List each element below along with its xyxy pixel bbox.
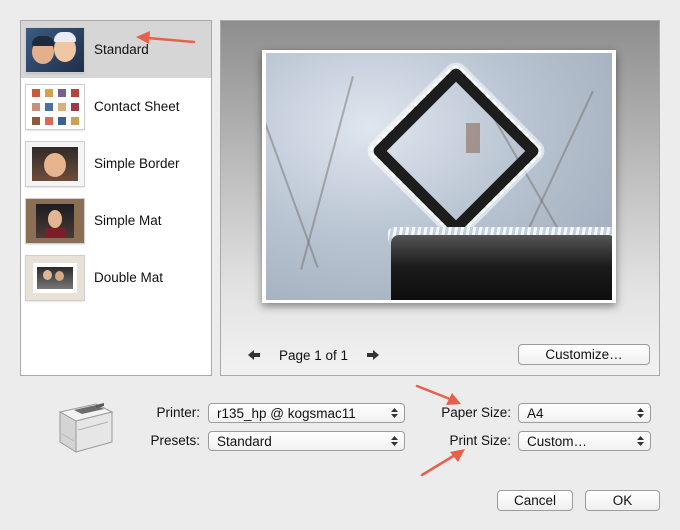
style-label-simple-mat: Simple Mat (94, 213, 162, 228)
style-label-contact-sheet: Contact Sheet (94, 99, 180, 114)
printer-value: r135_hp @ kogsmac11 (217, 405, 356, 421)
print-preview-panel: Page 1 of 1 Customize… (220, 20, 660, 376)
print-size-popup[interactable]: Custom… (518, 431, 651, 451)
frosted-diamond-frame (371, 66, 541, 236)
arrow-right-icon[interactable] (366, 348, 380, 362)
ok-button[interactable]: OK (585, 490, 660, 511)
contact-sheet-thumbnail (26, 84, 84, 129)
paper-size-popup[interactable]: A4 (518, 403, 651, 423)
paper-size-value: A4 (527, 405, 544, 421)
printer-popup[interactable]: r135_hp @ kogsmac11 (208, 403, 405, 423)
double-mat-thumbnail (26, 255, 84, 300)
page-navigation: Page 1 of 1 (247, 346, 380, 364)
arrow-left-icon[interactable] (247, 348, 261, 362)
post (391, 235, 612, 300)
customize-button[interactable]: Customize… (518, 344, 650, 365)
style-item-double-mat[interactable]: Double Mat (21, 249, 211, 306)
updown-arrows-icon (637, 436, 644, 446)
print-size-value: Custom… (527, 433, 588, 449)
presets-popup[interactable]: Standard (208, 431, 405, 451)
print-style-list[interactable]: Standard Contact Sheet Simple Border Sim… (20, 20, 212, 376)
printer-label: Printer: (156, 405, 200, 420)
laser-printer-icon (52, 394, 116, 456)
preview-photo (266, 53, 612, 300)
paper-size-label: Paper Size: (441, 405, 511, 420)
presets-label: Presets: (150, 433, 200, 448)
simple-border-thumbnail (26, 141, 84, 186)
print-size-label: Print Size: (449, 433, 511, 448)
style-item-contact-sheet[interactable]: Contact Sheet (21, 78, 211, 135)
updown-arrows-icon (391, 436, 398, 446)
page-indicator: Page 1 of 1 (279, 347, 349, 363)
standard-thumbnail (26, 27, 84, 72)
style-item-standard[interactable]: Standard (21, 21, 211, 78)
style-item-simple-mat[interactable]: Simple Mat (21, 192, 211, 249)
style-label-double-mat: Double Mat (94, 270, 164, 285)
style-label-simple-border: Simple Border (94, 156, 180, 171)
style-label-standard: Standard (94, 42, 149, 57)
updown-arrows-icon (637, 408, 644, 418)
cancel-button[interactable]: Cancel (497, 490, 573, 511)
presets-value: Standard (217, 433, 272, 449)
preview-page (262, 50, 616, 303)
updown-arrows-icon (391, 408, 398, 418)
simple-mat-thumbnail (26, 198, 84, 243)
style-item-simple-border[interactable]: Simple Border (21, 135, 211, 192)
